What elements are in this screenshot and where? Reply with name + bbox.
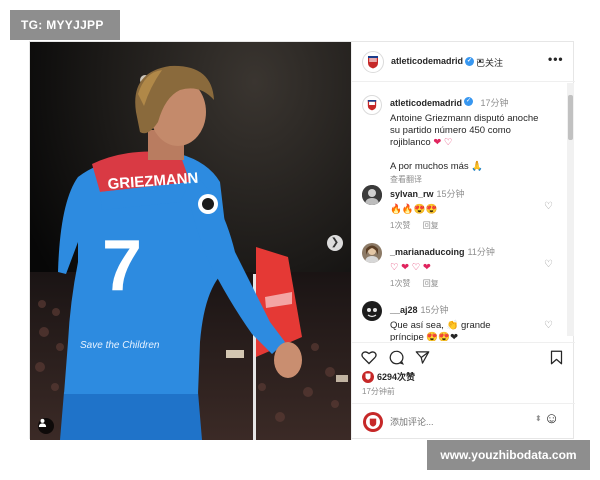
caption-line-3: rojiblanco ❤ ♡ bbox=[390, 137, 565, 149]
caption-line-3-text: rojiblanco bbox=[390, 137, 431, 148]
avatar-image bbox=[362, 301, 382, 321]
bookmark-icon[interactable] bbox=[550, 350, 563, 365]
post-side-panel: atleticodemadrid ✓ • 已关注 ••• atleticodema… bbox=[351, 42, 575, 440]
photo-illustration: 7 GRIEZMANN Save the Children bbox=[30, 42, 351, 440]
header-username[interactable]: atleticodemadrid ✓ • bbox=[391, 56, 482, 67]
post-photo[interactable]: 7 GRIEZMANN Save the Children ❯ bbox=[30, 42, 351, 440]
avatar-image bbox=[362, 243, 382, 263]
current-user-avatar bbox=[363, 412, 383, 432]
caption-line-4: A por muchos más 🙏 bbox=[390, 161, 484, 172]
post-actions: 6294次赞 17分钟前 bbox=[352, 342, 575, 400]
commenter-avatar[interactable] bbox=[362, 185, 382, 205]
caption-line-2: su partido número 450 como bbox=[390, 125, 511, 136]
atletico-crest-icon bbox=[365, 373, 371, 380]
chevron-right-icon: ❯ bbox=[330, 237, 340, 248]
heart-icon[interactable]: ♡ bbox=[544, 320, 553, 331]
reply-button[interactable]: 回复 bbox=[423, 279, 439, 288]
caption-line-1: Antoine Griezmann disputó anoche bbox=[390, 113, 539, 124]
caption-avatar[interactable] bbox=[362, 95, 382, 115]
clap-emoji: 👏 bbox=[446, 320, 459, 331]
post-time: 17分钟前 bbox=[362, 387, 395, 396]
likes-count[interactable]: 6294次赞 bbox=[377, 370, 415, 383]
comment-text: ♡ ❤ ♡ ❤ bbox=[390, 262, 431, 273]
comments-list: atleticodemadrid ✓ 17分钟 Antoine Griezmann… bbox=[352, 83, 575, 341]
likes-summary[interactable]: 6294次赞 bbox=[362, 370, 415, 383]
comments-scrollbar[interactable] bbox=[567, 83, 574, 336]
share-send-icon[interactable] bbox=[415, 350, 430, 365]
sponsor-text: Save the Children bbox=[80, 340, 160, 351]
user-icon bbox=[38, 418, 47, 427]
caption-time: 17分钟 bbox=[480, 98, 509, 108]
caption-username[interactable]: atleticodemadrid bbox=[390, 98, 462, 108]
post-header: atleticodemadrid ✓ • 已关注 ••• bbox=[352, 42, 575, 82]
comment-item: sylvan_rw 15分钟 🔥🔥😍😍 1次赞 回复 bbox=[390, 184, 540, 231]
liker-avatar bbox=[362, 370, 374, 383]
follow-status-button[interactable]: 已关注 bbox=[476, 56, 503, 69]
scrollbar-thumb[interactable] bbox=[568, 95, 573, 140]
comment-icon[interactable] bbox=[389, 350, 404, 365]
atletico-crest-icon bbox=[367, 100, 377, 111]
verified-badge-icon: ✓ bbox=[465, 57, 475, 67]
add-comment-input[interactable] bbox=[390, 414, 530, 430]
like-heart-icon[interactable] bbox=[361, 350, 377, 365]
watermark-bottom: www.youzhibodata.com bbox=[427, 440, 590, 470]
comment-likes[interactable]: 1次赞 bbox=[390, 221, 410, 230]
comment-username[interactable]: _marianaducoing bbox=[390, 247, 465, 257]
comment-likes[interactable]: 1次赞 bbox=[390, 279, 410, 288]
comment-item: __aj28 15分钟 Que así sea, 👏 grande príncip… bbox=[390, 300, 540, 341]
comment-text-part: Que así sea, bbox=[390, 320, 444, 331]
stepper-arrows-icon: ⬍ bbox=[535, 414, 542, 423]
comment-time: 15分钟 bbox=[420, 305, 449, 315]
heart-icon[interactable]: ♡ bbox=[544, 259, 553, 270]
next-image-button[interactable]: ❯ bbox=[327, 235, 343, 251]
profile-avatar[interactable] bbox=[362, 51, 384, 73]
comment-text: Que así sea, 👏 grande bbox=[390, 320, 540, 332]
instagram-post: 7 GRIEZMANN Save the Children ❯ atletico… bbox=[29, 41, 575, 440]
comment-text-line-2: príncipe 😍😍❤ bbox=[390, 332, 459, 341]
comment-time: 11分钟 bbox=[467, 247, 495, 257]
heart-emojis: ❤ ♡ bbox=[433, 137, 453, 148]
comment-username[interactable]: sylvan_rw bbox=[390, 189, 434, 199]
comment-text: 🔥🔥😍😍 bbox=[390, 204, 438, 215]
comment-text-part: grande bbox=[461, 320, 491, 331]
jersey-number: 7 bbox=[102, 226, 142, 306]
watermark-top: TG: MYYJJPP bbox=[10, 10, 120, 40]
avatar-image bbox=[362, 185, 382, 205]
tagged-users-button[interactable] bbox=[38, 418, 54, 434]
add-comment-bar: ⬍ ☺ bbox=[352, 403, 575, 440]
comment-time: 15分钟 bbox=[436, 189, 465, 199]
commenter-avatar[interactable] bbox=[362, 301, 382, 321]
atletico-crest-icon bbox=[369, 418, 377, 427]
verified-badge-icon: ✓ bbox=[464, 97, 474, 107]
caption: atleticodemadrid ✓ 17分钟 Antoine Griezmann… bbox=[390, 93, 565, 185]
commenter-avatar[interactable] bbox=[362, 243, 382, 263]
more-options-icon[interactable]: ••• bbox=[548, 52, 564, 66]
comment-username[interactable]: __aj28 bbox=[390, 305, 418, 315]
atletico-crest-icon bbox=[368, 56, 378, 69]
heart-icon[interactable]: ♡ bbox=[544, 201, 553, 212]
reply-button[interactable]: 回复 bbox=[423, 221, 439, 230]
emoji-icon[interactable]: ☺ bbox=[544, 410, 559, 427]
header-username-text[interactable]: atleticodemadrid bbox=[391, 56, 463, 66]
avatar-ring bbox=[366, 415, 380, 429]
comment-item: _marianaducoing 11分钟 ♡ ❤ ♡ ❤ 1次赞 回复 bbox=[390, 242, 540, 289]
